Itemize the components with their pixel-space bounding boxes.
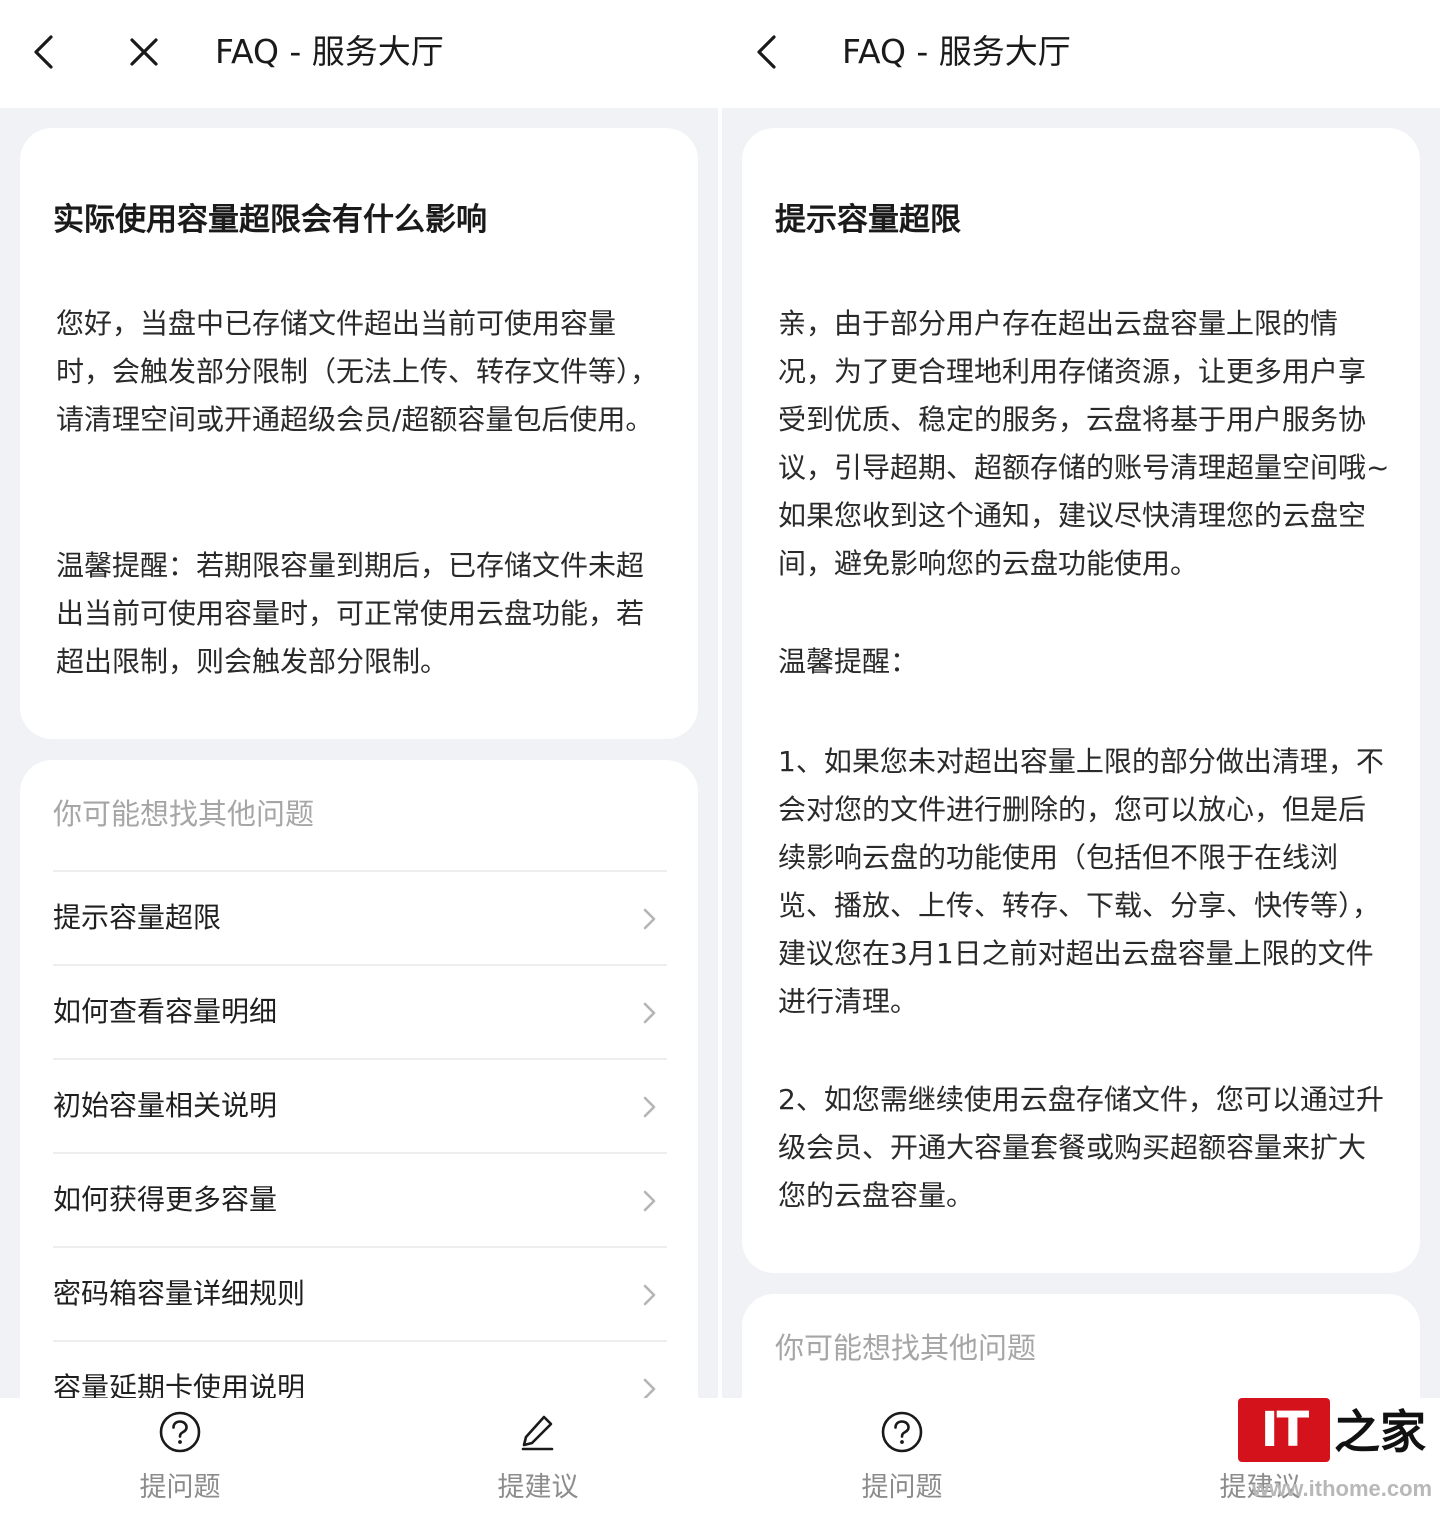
related-question-label: 如何查看容量明细 [53,995,278,1028]
related-question-label: 密码箱容量详细规则 [53,1277,306,1310]
article-card: 实际使用容量超限会有什么影响 您好，当盘中已存储文件超出当前可使用容量时，会触发… [20,128,698,739]
article-paragraph: 1、如果您未对超出容量上限的部分做出清理，不会对您的文件进行删除的，您可以放心，… [778,745,1384,1018]
suggest-button[interactable]: 提建议 [468,1410,608,1520]
related-question-label: 提示容量超限 [53,901,222,934]
ithome-url: www.ithome.com [1252,1476,1433,1501]
ask-question-button[interactable]: 提问题 [110,1410,250,1520]
related-question-item[interactable]: 如何查看容量明细 [53,964,667,1058]
related-question-item[interactable]: 提示容量超限 [53,870,667,964]
chevron-right-icon [643,908,656,930]
page-title: FAQ - 服务大厅 [215,32,444,71]
header-bar: FAQ - 服务大厅 [722,0,1440,108]
reminder-heading: 温馨提醒： [778,645,919,678]
ask-question-label: 提问题 [861,1472,943,1503]
chevron-left-icon[interactable] [747,32,787,72]
right-screen: FAQ - 服务大厅 提示容量超限 亲，由于部分用户存在超出云盘容量上限的情况，… [722,0,1440,1521]
related-question-label: 如何获得更多容量 [53,1183,278,1216]
related-question-label: 初始容量相关说明 [53,1089,278,1122]
article-card: 提示容量超限 亲，由于部分用户存在超出云盘容量上限的情况，为了更合理地利用存储资… [742,128,1420,1273]
ask-question-label: 提问题 [139,1472,221,1503]
pencil-icon [521,1415,554,1451]
related-question-item[interactable]: 密码箱容量详细规则 [53,1246,667,1340]
related-questions-header: 你可能想找其他问题 [775,1331,1037,1365]
screens: FAQ - 服务大厅 实际使用容量超限会有什么影响 您好，当盘中已存储文件超出当… [0,0,1440,1521]
ithome-logo: IT [1238,1398,1330,1462]
close-icon[interactable] [124,32,164,72]
question-circle-icon [159,1411,201,1453]
left-screen: FAQ - 服务大厅 实际使用容量超限会有什么影响 您好，当盘中已存储文件超出当… [0,0,718,1521]
ask-question-button[interactable]: 提问题 [832,1410,972,1520]
chevron-right-icon [643,1096,656,1118]
related-questions-header: 你可能想找其他问题 [53,797,315,831]
article-paragraph: 亲，由于部分用户存在超出云盘容量上限的情况，为了更合理地利用存储资源，让更多用户… [778,307,1390,580]
article-paragraph: 您好，当盘中已存储文件超出当前可使用容量时，会触发部分限制（无法上传、转存文件等… [56,307,659,436]
ithome-watermark: IT 之家 www.ithome.com [1222,1396,1432,1506]
reminder-paragraph: 温馨提醒：若期限容量到期后，已存储文件未超出当前可使用容量时，可正常使用云盘功能… [56,549,645,678]
ithome-logo-brush-text: 之家 [1334,1405,1426,1459]
related-question-item[interactable]: 初始容量相关说明 [53,1058,667,1152]
page-title: FAQ - 服务大厅 [842,32,1071,71]
question-circle-icon [881,1411,923,1453]
chevron-right-icon [643,1284,656,1306]
bottom-action-bar: 提问题 提建议 [0,1398,718,1521]
related-question-item[interactable]: 如何获得更多容量 [53,1152,667,1246]
chevron-right-icon [643,1190,656,1212]
chevron-left-icon[interactable] [24,32,64,72]
chevron-right-icon [643,1002,656,1024]
article-title: 提示容量超限 [775,202,961,238]
article-paragraph: 2、如您需继续使用云盘存储文件，您可以通过升级会员、开通大容量套餐或购买超额容量… [778,1083,1384,1212]
article-title: 实际使用容量超限会有什么影响 [53,202,487,238]
suggest-label: 提建议 [497,1472,579,1503]
header-bar: FAQ - 服务大厅 [0,0,718,108]
